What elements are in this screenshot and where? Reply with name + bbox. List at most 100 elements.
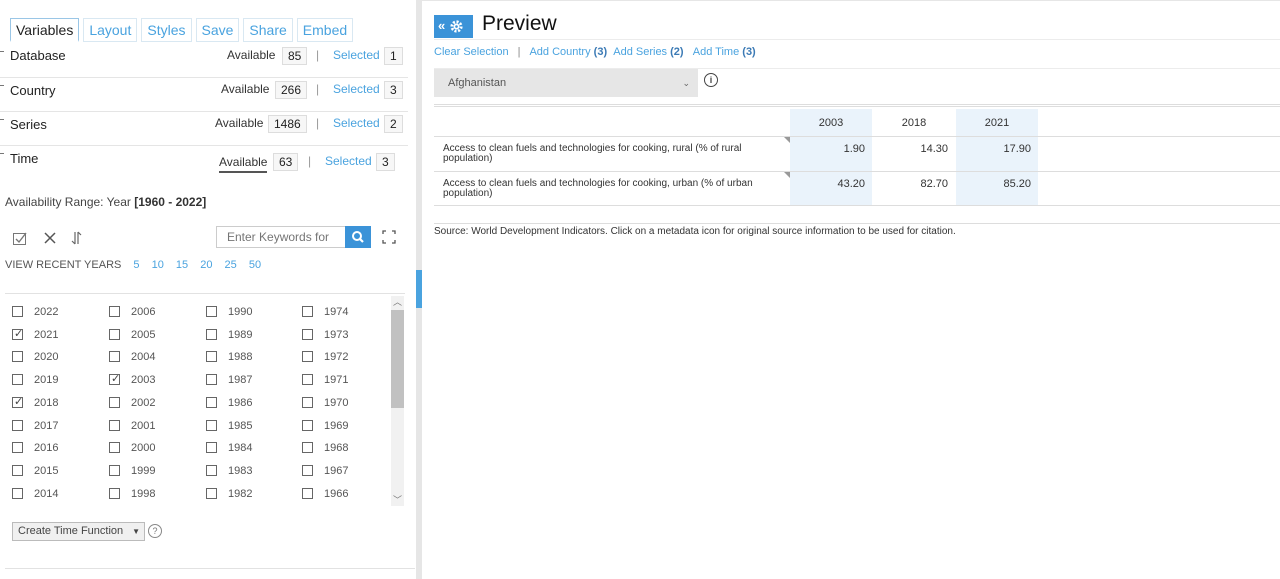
source-note: Source: World Development Indicators. Cl… xyxy=(434,226,956,237)
tab-embed[interactable]: Embed xyxy=(296,18,354,42)
year-checkbox[interactable] xyxy=(302,465,313,476)
info-icon[interactable]: i xyxy=(704,73,718,87)
year-checkbox-list: 2022 ✓ 2021 2020 2019 ✓ 2018 2017 2016 2015 2014 20… xyxy=(0,302,390,507)
year-checkbox[interactable] xyxy=(206,306,217,317)
available-label[interactable]: Available xyxy=(219,155,268,173)
tab-bar: Variables Layout Styles Save Share Embed xyxy=(10,18,354,42)
year-checkbox[interactable] xyxy=(12,465,23,476)
available-label[interactable]: Available xyxy=(215,116,263,130)
recent-5[interactable]: 5 xyxy=(133,259,139,271)
tab-save[interactable]: Save xyxy=(195,18,240,42)
checkmark-icon: ✓ xyxy=(14,328,24,340)
add-series-link[interactable]: Add Series (2) xyxy=(613,46,683,58)
year-checkbox[interactable] xyxy=(302,306,313,317)
year-checkbox[interactable] xyxy=(302,488,313,499)
separator: | xyxy=(517,46,521,58)
year-label: 1990 xyxy=(228,306,253,318)
help-icon[interactable]: ? xyxy=(148,524,162,538)
year-checkbox[interactable] xyxy=(12,442,23,453)
variable-row-time[interactable]: Time Available 63 | Selected 3 xyxy=(0,146,408,184)
page-title: Preview xyxy=(482,12,557,35)
year-checkbox[interactable] xyxy=(302,397,313,408)
scroll-thumb[interactable] xyxy=(391,310,404,408)
year-checkbox[interactable] xyxy=(12,351,23,362)
variable-row-country[interactable]: Country Available 266 | Selected 3 xyxy=(0,78,408,112)
selected-label[interactable]: Selected xyxy=(325,154,372,168)
year-checkbox[interactable]: ✓ xyxy=(12,396,23,408)
year-checkbox[interactable] xyxy=(302,420,313,431)
year-checkbox[interactable] xyxy=(109,351,120,362)
scroll-down-icon[interactable]: ﹀ xyxy=(391,494,404,506)
year-checkbox[interactable] xyxy=(109,420,120,431)
tab-styles[interactable]: Styles xyxy=(141,18,192,42)
year-checkbox[interactable] xyxy=(206,488,217,499)
year-checkbox[interactable] xyxy=(109,488,120,499)
selected-label[interactable]: Selected xyxy=(333,116,380,130)
available-label[interactable]: Available xyxy=(221,82,269,96)
year-checkbox[interactable] xyxy=(206,442,217,453)
value-cell: 14.30 xyxy=(920,143,948,155)
variable-row-database[interactable]: Database Available 85 | Selected 1 xyxy=(0,44,408,78)
year-checkbox[interactable] xyxy=(302,374,313,385)
selected-count: 3 xyxy=(376,153,395,171)
bullet xyxy=(0,51,4,52)
year-checkbox[interactable] xyxy=(302,442,313,453)
selected-label[interactable]: Selected xyxy=(333,82,380,96)
tab-variables[interactable]: Variables xyxy=(10,18,80,42)
year-list-scrollbar[interactable]: ︿ ﹀ xyxy=(391,296,404,506)
add-country-link[interactable]: Add Country (3) xyxy=(529,46,607,58)
year-checkbox[interactable] xyxy=(206,465,217,476)
value-cell: 85.20 xyxy=(956,172,1038,206)
year-checkbox[interactable] xyxy=(109,329,120,340)
sort-icon[interactable] xyxy=(69,230,87,248)
recent-10[interactable]: 10 xyxy=(152,259,164,271)
year-checkbox[interactable] xyxy=(302,329,313,340)
selected-count: 1 xyxy=(384,47,403,65)
year-checkbox[interactable] xyxy=(206,374,217,385)
year-checkbox[interactable] xyxy=(12,306,23,317)
bullet xyxy=(0,119,4,120)
year-checkbox[interactable] xyxy=(109,442,120,453)
add-time-label: Add Time xyxy=(692,46,740,58)
year-checkbox[interactable]: ✓ xyxy=(109,373,120,385)
expand-icon[interactable] xyxy=(382,230,396,244)
add-country-label: Add Country xyxy=(529,46,591,58)
create-time-function-select[interactable]: Create Time Function ▼ xyxy=(12,522,145,541)
available-label[interactable]: Available xyxy=(227,48,275,62)
year-checkbox[interactable] xyxy=(12,420,23,431)
recent-20[interactable]: 20 xyxy=(200,259,212,271)
selected-label[interactable]: Selected xyxy=(333,48,380,62)
keyword-search-input[interactable] xyxy=(217,227,345,247)
year-checkbox[interactable] xyxy=(109,397,120,408)
year-checkbox[interactable]: ✓ xyxy=(12,328,24,340)
recent-50[interactable]: 50 xyxy=(249,259,261,271)
year-label: 1974 xyxy=(324,306,349,318)
variable-row-series[interactable]: Series Available 1486 | Selected 2 xyxy=(0,112,408,146)
year-checkbox[interactable] xyxy=(109,465,120,476)
add-time-link[interactable]: Add Time (3) xyxy=(693,46,756,58)
available-count: 266 xyxy=(275,81,308,99)
year-checkbox[interactable] xyxy=(206,397,217,408)
year-checkbox[interactable] xyxy=(206,329,217,340)
recent-15[interactable]: 15 xyxy=(176,259,188,271)
clear-selection-icon[interactable] xyxy=(41,230,59,248)
collapse-settings-button[interactable]: « xyxy=(434,15,473,38)
clear-selection-link[interactable]: Clear Selection xyxy=(434,46,509,58)
year-checkbox[interactable] xyxy=(12,488,23,499)
tab-layout[interactable]: Layout xyxy=(83,18,138,42)
search-button[interactable] xyxy=(345,226,371,248)
select-all-icon[interactable] xyxy=(11,230,29,248)
country-dropdown[interactable]: Afghanistan ⌄ xyxy=(434,69,698,97)
year-checkbox[interactable] xyxy=(206,420,217,431)
year-checkbox[interactable] xyxy=(12,374,23,385)
scroll-up-icon[interactable]: ︿ xyxy=(391,296,404,308)
year-checkbox[interactable] xyxy=(302,351,313,362)
year-checkbox[interactable] xyxy=(206,351,217,362)
tab-share[interactable]: Share xyxy=(243,18,293,42)
availability-label: Availability Range: Year xyxy=(5,195,131,209)
year-checkbox[interactable] xyxy=(109,306,120,317)
bullet xyxy=(0,153,4,154)
availability-range: Availability Range: Year [1960 - 2022] xyxy=(5,195,206,209)
year-label: 2022 xyxy=(34,306,59,318)
recent-25[interactable]: 25 xyxy=(225,259,237,271)
